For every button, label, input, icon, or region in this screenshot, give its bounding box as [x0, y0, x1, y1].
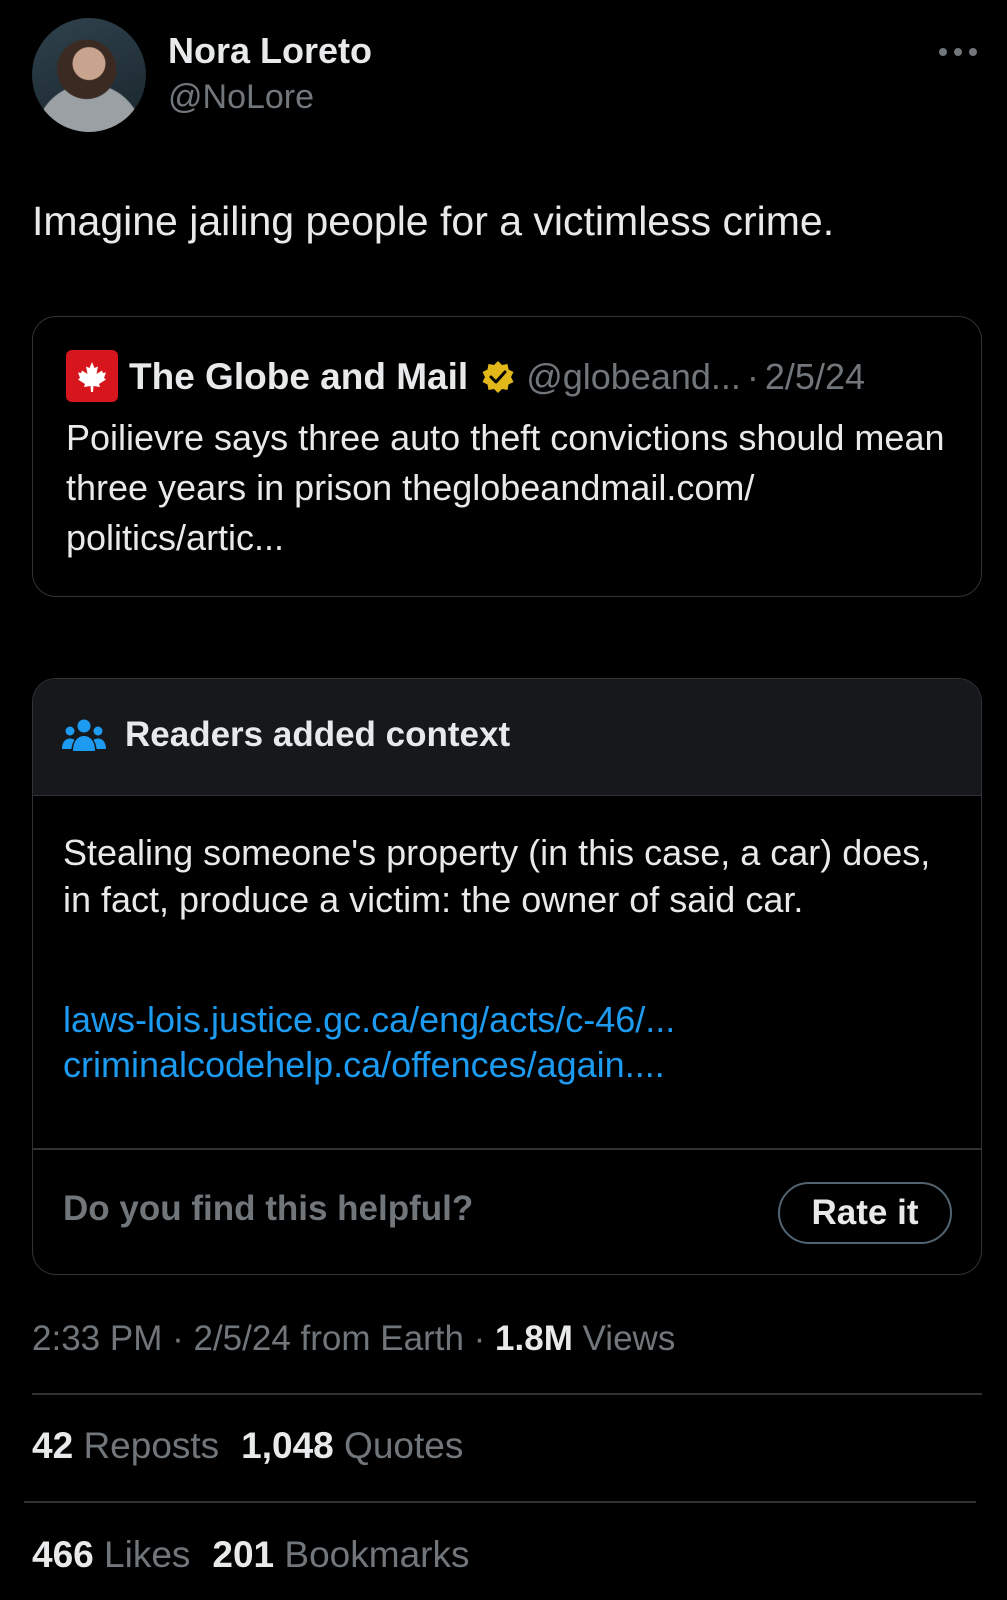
bookmarks-stat[interactable]: 201 Bookmarks	[212, 1534, 469, 1575]
note-source-link[interactable]: laws-lois.justice.gc.ca/eng/acts/c-46/..…	[63, 999, 675, 1041]
tweet-source: from Earth	[300, 1319, 464, 1358]
rate-it-button[interactable]: Rate it	[778, 1182, 952, 1244]
quoted-author-name[interactable]: The Globe and Mail	[129, 356, 468, 398]
more-icon[interactable]	[936, 30, 980, 74]
author-display-name[interactable]: Nora Loreto	[168, 30, 372, 72]
reposts-label: Reposts	[83, 1425, 220, 1466]
stats-row: 42 Reposts 1,048 Quotes	[32, 1425, 463, 1467]
note-text: Stealing someone's property (in this cas…	[63, 832, 931, 920]
quoted-author-handle[interactable]: @globeand...	[526, 356, 741, 398]
verified-icon	[480, 359, 516, 395]
quotes-count: 1,048	[241, 1425, 334, 1466]
note-header: Readers added context	[33, 679, 981, 796]
community-note: Readers added context Stealing someone's…	[32, 678, 982, 1275]
likes-label: Likes	[104, 1534, 191, 1575]
divider	[33, 1148, 981, 1150]
reposts-stat[interactable]: 42 Reposts	[32, 1425, 219, 1466]
divider	[32, 1393, 982, 1395]
quoted-date[interactable]: 2/5/24	[765, 356, 865, 398]
quoted-text: Poilievre says three auto theft convicti…	[66, 417, 945, 558]
people-icon	[62, 719, 106, 751]
separator-dot: ·	[746, 356, 759, 397]
stats-row: 466 Likes 201 Bookmarks	[32, 1534, 469, 1576]
tweet-meta: 2:33 PM · 2/5/24 from Earth · 1.8M Views	[32, 1319, 675, 1359]
likes-stat[interactable]: 466 Likes	[32, 1534, 190, 1575]
bookmarks-label: Bookmarks	[284, 1534, 470, 1575]
likes-count: 466	[32, 1534, 94, 1575]
quotes-label: Quotes	[344, 1425, 464, 1466]
note-title: Readers added context	[125, 715, 511, 754]
views-count: 1.8M	[495, 1319, 573, 1358]
divider	[24, 1501, 976, 1503]
author-handle[interactable]: @NoLore	[168, 78, 314, 117]
avatar[interactable]	[32, 18, 146, 132]
maple-leaf-icon	[66, 350, 118, 402]
helpful-question: Do you find this helpful?	[63, 1189, 474, 1228]
reposts-count: 42	[32, 1425, 74, 1466]
separator-dot: ·	[473, 1319, 486, 1358]
quotes-stat[interactable]: 1,048 Quotes	[241, 1425, 463, 1466]
quoted-tweet[interactable]: The Globe and Mail @globeand... · 2/5/24…	[32, 316, 982, 597]
tweet-text: Imagine jailing people for a victimless …	[32, 198, 835, 244]
tweet-time[interactable]: 2:33 PM	[32, 1319, 162, 1358]
note-source-link[interactable]: criminalcodehelp.ca/offences/again....	[63, 1044, 665, 1086]
views-label: Views	[582, 1319, 676, 1358]
separator-dot: ·	[172, 1319, 184, 1358]
bookmarks-count: 201	[212, 1534, 275, 1575]
tweet-date[interactable]: 2/5/24	[193, 1319, 290, 1358]
